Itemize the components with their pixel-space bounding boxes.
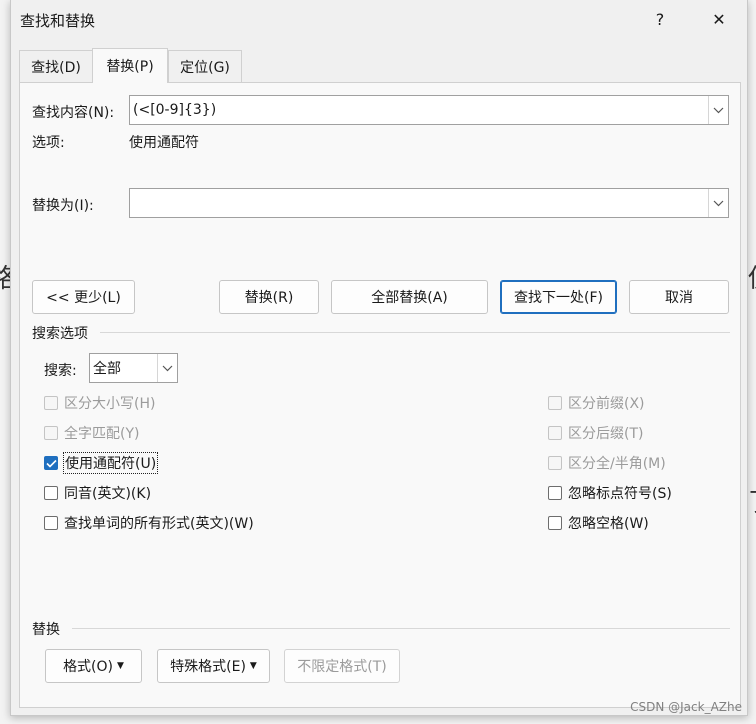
match-prefix-checkbox[interactable] xyxy=(548,396,562,410)
replace-with-label: 替换为(I): xyxy=(32,198,94,214)
find-what-input[interactable]: (<[0-9]{3}) xyxy=(130,102,708,118)
special-button[interactable]: 特殊格式(E) ▼ xyxy=(157,649,270,683)
special-button-label: 特殊格式(E) xyxy=(170,659,246,675)
all-word-forms-label: 查找单词的所有形式(英文)(W) xyxy=(64,516,254,532)
ignore-whitespace-checkbox[interactable] xyxy=(548,516,562,530)
caret-down-icon: ▼ xyxy=(117,661,124,671)
ignore-whitespace-option[interactable]: 忽略空格(W) xyxy=(548,512,649,534)
chevron-down-icon[interactable] xyxy=(708,96,728,124)
match-suffix-label: 区分后缀(T) xyxy=(568,426,644,442)
sounds-like-label: 同音(英文)(K) xyxy=(64,486,152,502)
find-next-button[interactable]: 查找下一处(F) xyxy=(500,280,617,314)
cancel-button[interactable]: 取消 xyxy=(629,280,729,314)
match-prefix-option[interactable]: 区分前缀(X) xyxy=(548,392,645,414)
search-direction-label: 搜索: xyxy=(44,363,77,379)
tab-replace[interactable]: 替换(P) xyxy=(92,48,168,83)
match-width-option[interactable]: 区分全/半角(M) xyxy=(548,452,666,474)
all-word-forms-option[interactable]: 查找单词的所有形式(英文)(W) xyxy=(44,512,254,534)
sounds-like-checkbox[interactable] xyxy=(44,486,58,500)
use-wildcards-option[interactable]: 使用通配符(U) xyxy=(44,452,159,474)
match-width-label: 区分全/半角(M) xyxy=(568,456,666,472)
match-suffix-option[interactable]: 区分后缀(T) xyxy=(548,422,643,444)
no-formatting-button[interactable]: 不限定格式(T) xyxy=(284,649,400,683)
whole-word-checkbox[interactable] xyxy=(44,426,58,440)
all-word-forms-checkbox[interactable] xyxy=(44,516,58,530)
replace-section-divider xyxy=(72,628,730,629)
options-value: 使用通配符 xyxy=(129,135,199,151)
replace-tab-panel: 查找内容(N): (<[0-9]{3}) 选项: 使用通配符 替换为(I): <… xyxy=(19,82,741,708)
chevron-down-icon[interactable] xyxy=(157,354,177,382)
tab-goto[interactable]: 定位(G) xyxy=(168,50,242,82)
search-direction-value: 全部 xyxy=(93,361,121,377)
match-case-checkbox[interactable] xyxy=(44,396,58,410)
sounds-like-option[interactable]: 同音(英文)(K) xyxy=(44,482,151,504)
find-what-combo[interactable]: (<[0-9]{3}) xyxy=(129,95,729,125)
whole-word-label: 全字匹配(Y) xyxy=(64,426,140,442)
dialog-title: 查找和替换 xyxy=(20,12,96,30)
ignore-punctuation-option[interactable]: 忽略标点符号(S) xyxy=(548,482,672,504)
format-button-label: 格式(O) xyxy=(63,659,114,675)
ignore-punctuation-label: 忽略标点符号(S) xyxy=(568,486,672,502)
ignore-whitespace-label: 忽略空格(W) xyxy=(568,516,649,532)
whole-word-option[interactable]: 全字匹配(Y) xyxy=(44,422,139,444)
format-button[interactable]: 格式(O) ▼ xyxy=(45,649,142,683)
watermark: CSDN @Jack_AZhe xyxy=(630,700,742,714)
backdrop-text-right: 仪 xyxy=(748,266,756,292)
less-button[interactable]: << 更少(L) xyxy=(32,280,135,314)
use-wildcards-label: 使用通配符(U) xyxy=(62,452,159,474)
backdrop-text-right-2: 了 xyxy=(748,490,756,516)
caret-down-icon: ▼ xyxy=(249,661,257,671)
options-label: 选项: xyxy=(32,135,65,151)
help-button[interactable]: ? xyxy=(638,0,682,38)
replace-with-combo[interactable] xyxy=(129,188,729,218)
match-case-option[interactable]: 区分大小写(H) xyxy=(44,392,155,414)
search-options-heading: 搜索选项 xyxy=(32,326,88,342)
chevron-down-icon[interactable] xyxy=(708,189,728,217)
find-what-label: 查找内容(N): xyxy=(32,105,115,121)
match-case-label: 区分大小写(H) xyxy=(64,396,156,412)
match-prefix-label: 区分前缀(X) xyxy=(568,396,645,412)
match-width-checkbox[interactable] xyxy=(548,456,562,470)
search-options-divider xyxy=(100,332,730,333)
tab-find[interactable]: 查找(D) xyxy=(19,50,93,82)
title-bar: 查找和替换 ? ✕ xyxy=(11,0,747,38)
replace-all-button[interactable]: 全部替换(A) xyxy=(331,280,488,314)
checkmark-icon xyxy=(45,459,57,468)
search-direction-select[interactable]: 全部 xyxy=(89,353,178,383)
ignore-punctuation-checkbox[interactable] xyxy=(548,486,562,500)
replace-button[interactable]: 替换(R) xyxy=(219,280,319,314)
close-button[interactable]: ✕ xyxy=(697,0,741,38)
replace-section-heading: 替换 xyxy=(32,622,60,638)
match-suffix-checkbox[interactable] xyxy=(548,426,562,440)
use-wildcards-checkbox[interactable] xyxy=(44,456,58,470)
find-replace-dialog: 查找和替换 ? ✕ 查找(D) 替换(P) 定位(G) 查找内容(N): (<[… xyxy=(10,0,748,716)
